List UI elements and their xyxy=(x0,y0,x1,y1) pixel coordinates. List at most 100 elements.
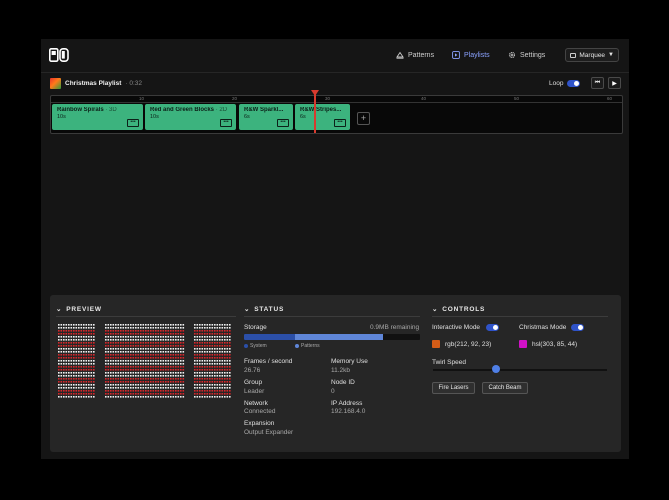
led-pixel xyxy=(78,339,80,341)
color-swatch[interactable] xyxy=(519,340,527,348)
led-pixel xyxy=(219,327,221,329)
led-pixel xyxy=(214,348,216,350)
led-pixel xyxy=(80,366,83,368)
led-pixel xyxy=(172,387,175,389)
led-pixel xyxy=(140,351,142,353)
device-select[interactable]: Marquee ▼ xyxy=(565,48,619,62)
led-pixel xyxy=(175,351,177,353)
led-pixel xyxy=(60,366,63,368)
led-pixel xyxy=(206,390,209,392)
led-pixel xyxy=(155,381,157,383)
led-pixel xyxy=(68,345,70,347)
slider-thumb[interactable] xyxy=(491,365,500,373)
timeline-clip[interactable]: Red and Green Blocks · 2D 10s ••• xyxy=(145,104,236,130)
led-pixel xyxy=(132,375,135,377)
twirl-speed-slider[interactable] xyxy=(433,369,607,371)
play-button[interactable]: ▶ xyxy=(608,77,621,89)
led-pixel xyxy=(70,396,73,398)
led-pixel xyxy=(204,336,206,338)
led-pixel xyxy=(214,351,216,353)
led-pixel xyxy=(85,345,88,347)
status-section-header[interactable]: ⌄ STATUS xyxy=(244,305,284,314)
led-pixel xyxy=(175,372,177,374)
led-pixel xyxy=(68,327,70,329)
led-pixel xyxy=(125,345,127,347)
led-pixel xyxy=(73,348,75,350)
led-pixel xyxy=(110,390,112,392)
led-pixel xyxy=(155,369,157,371)
led-pixel xyxy=(182,366,185,368)
more-icon[interactable]: ••• xyxy=(127,119,139,127)
led-pixel xyxy=(90,327,93,329)
led-pixel xyxy=(177,366,180,368)
led-pixel xyxy=(175,396,177,398)
led-pixel xyxy=(209,393,211,395)
led-pixel xyxy=(155,390,157,392)
led-pixel xyxy=(160,345,162,347)
led-pixel xyxy=(194,384,196,386)
led-pixel xyxy=(165,366,167,368)
timeline-clip[interactable]: R&W Sparkl... 6s ••• xyxy=(239,104,293,130)
led-pixel xyxy=(221,351,224,353)
playhead[interactable] xyxy=(314,91,316,133)
led-pixel xyxy=(196,387,199,389)
led-pixel xyxy=(105,366,107,368)
led-pixel xyxy=(196,333,199,335)
controls-section-header[interactable]: ⌄ CONTROLS xyxy=(432,305,485,314)
skip-back-button[interactable]: ⏮ xyxy=(591,77,604,89)
clip-name: R&W Stripes... xyxy=(300,107,342,113)
led-pixel xyxy=(112,354,115,356)
timeline-ruler: 10 20 30 40 50 60 xyxy=(51,96,622,103)
nav-playlists[interactable]: Playlists xyxy=(452,51,490,59)
fire-lasers-button[interactable]: Fire Lasers xyxy=(432,382,475,394)
preview-section-header[interactable]: ⌄ PREVIEW xyxy=(56,305,102,314)
led-pixel xyxy=(165,330,167,332)
led-pixel xyxy=(170,375,172,377)
nav-settings[interactable]: Settings xyxy=(508,51,545,59)
led-pixel xyxy=(182,393,185,395)
timeline-clip[interactable]: Rainbow Spirals · 3D 10s ••• xyxy=(52,104,143,130)
led-pixel xyxy=(85,393,88,395)
led-pixel xyxy=(63,324,65,326)
clip-type: · 2D xyxy=(215,107,228,113)
led-pixel xyxy=(219,330,221,332)
interactive-mode-toggle[interactable] xyxy=(486,324,499,331)
nav-patterns[interactable]: Patterns xyxy=(396,51,434,59)
led-pixel xyxy=(201,351,204,353)
led-pixel xyxy=(204,333,206,335)
led-pixel xyxy=(219,366,221,368)
led-pixel xyxy=(65,339,68,341)
christmas-mode-toggle[interactable] xyxy=(571,324,584,331)
led-pixel xyxy=(63,351,65,353)
led-pixel xyxy=(58,342,60,344)
more-icon[interactable]: ••• xyxy=(277,119,289,127)
led-pixel xyxy=(229,372,231,374)
led-pixel xyxy=(120,369,122,371)
led-pixel xyxy=(209,357,211,359)
more-icon[interactable]: ••• xyxy=(220,119,232,127)
add-clip-button[interactable]: + xyxy=(357,112,370,125)
led-pixel xyxy=(58,348,60,350)
led-pixel xyxy=(182,363,185,365)
loop-toggle[interactable] xyxy=(567,80,581,87)
led-pixel xyxy=(177,378,180,380)
color-swatch[interactable] xyxy=(432,340,440,348)
timeline-clip[interactable]: R&W Stripes... 6s ••• xyxy=(295,104,350,130)
led-pixel xyxy=(209,390,211,392)
led-pixel xyxy=(177,360,180,362)
led-pixel xyxy=(170,393,172,395)
led-pixel xyxy=(219,390,221,392)
timeline[interactable]: 10 20 30 40 50 60 Rainbow Spirals · 3D 1… xyxy=(50,95,623,134)
led-pixel xyxy=(226,351,229,353)
playhead-marker[interactable] xyxy=(311,90,319,96)
more-icon[interactable]: ••• xyxy=(334,119,346,127)
color2-value: hsl(303, 85, 44) xyxy=(532,341,578,348)
led-pixel xyxy=(132,336,135,338)
led-pixel xyxy=(115,330,117,332)
catch-beam-button[interactable]: Catch Beam xyxy=(482,382,528,394)
led-pixel xyxy=(73,342,75,344)
led-pixel xyxy=(107,390,110,392)
clip-name: Rainbow Spirals xyxy=(57,107,104,113)
led-pixel xyxy=(214,360,216,362)
led-pixel xyxy=(93,333,95,335)
